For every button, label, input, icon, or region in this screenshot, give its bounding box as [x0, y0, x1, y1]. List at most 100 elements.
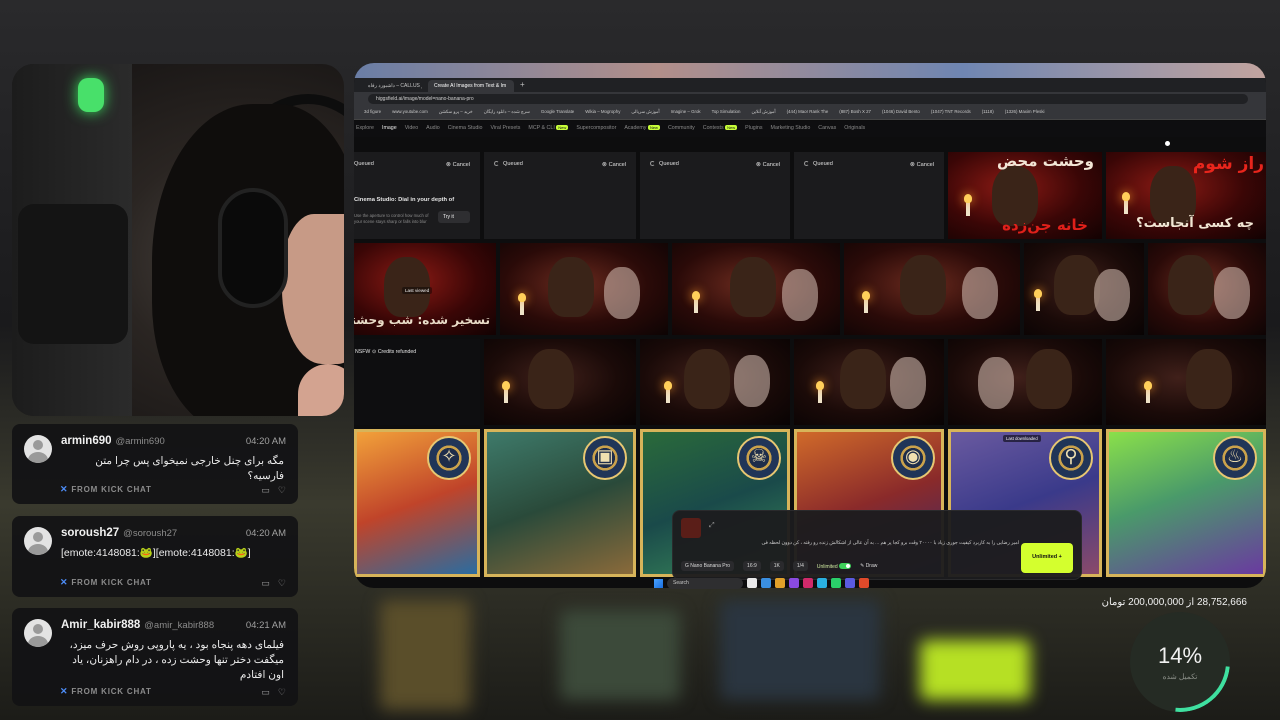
nav-item[interactable]: Viral Presets [490, 125, 520, 133]
reply-icon[interactable]: ▭ [261, 687, 270, 697]
bookmark-item[interactable]: (1118) [982, 109, 994, 116]
generated-image-thumbnail[interactable]: ♨ [1106, 429, 1266, 577]
taskbar-search[interactable]: Search [667, 577, 743, 589]
toggle-switch[interactable] [839, 562, 852, 569]
nav-item-label: Contests [702, 125, 724, 131]
site-nav: Explore Image Video Audio Cinema Studio Viral… [354, 121, 1266, 137]
draw-button[interactable]: ✎ Draw [860, 563, 877, 569]
app-icon[interactable] [817, 578, 827, 588]
nav-item[interactable]: Cinema Studio [448, 125, 483, 133]
quality-selector[interactable]: 1K [769, 561, 784, 571]
nav-item[interactable]: Image [382, 125, 397, 133]
app-icon[interactable] [803, 578, 813, 588]
nav-item[interactable]: Audio [426, 125, 440, 133]
chat-handle: @soroush27 [123, 528, 178, 539]
generated-image-thumbnail[interactable] [844, 243, 1020, 335]
bookmark-item[interactable]: خرید – پرو سکشن [439, 109, 473, 116]
bookmark-item[interactable]: آموزش سریالی [631, 109, 659, 116]
cancel-button[interactable]: Cancel [446, 161, 470, 168]
cancel-button[interactable]: Cancel [910, 161, 934, 168]
nav-item[interactable]: Originals [844, 125, 865, 133]
bookmark-item[interactable]: Imagine – Grok [671, 109, 701, 116]
nav-item-label: Video [404, 125, 419, 131]
nav-item[interactable]: Explore [356, 125, 374, 133]
new-tab-button[interactable]: + [520, 80, 525, 89]
generated-image-thumbnail[interactable]: وحشت محض خانه جن‌زده [948, 152, 1102, 239]
generated-image-thumbnail[interactable] [794, 339, 944, 425]
file-explorer-icon[interactable] [747, 578, 757, 588]
generated-image-thumbnail[interactable] [500, 243, 668, 335]
windows-start-icon[interactable] [654, 578, 663, 588]
bookmark-item[interactable]: (887) Bosh X 27 [839, 109, 871, 116]
nav-item[interactable]: Academy New [624, 125, 660, 133]
bookmark-item[interactable]: 3d figure [364, 109, 381, 116]
bookmark-item[interactable]: www.youtube.com [392, 109, 428, 116]
generated-image-thumbnail[interactable]: ▣ [484, 429, 636, 577]
generate-button[interactable]: Unlimited + [1021, 543, 1073, 573]
bookmark-item[interactable]: Google Translate [541, 109, 574, 116]
candle-icon [1122, 192, 1130, 214]
heart-icon[interactable]: ♡ [278, 578, 286, 588]
app-icon[interactable] [789, 578, 799, 588]
chat-message-text: مگه برای چنل خارجی نمیخوای پس چرا متن فا… [95, 455, 284, 482]
reference-image[interactable] [681, 518, 701, 538]
image-ghost [962, 267, 998, 319]
bookmark-item[interactable]: (1046) David Bento [882, 109, 920, 116]
bookmark-item[interactable]: Top Simulation [712, 109, 741, 116]
browser-tab[interactable]: داشبورد رفاه – CALLUS دفتر [362, 80, 422, 92]
address-bar[interactable]: higgsfield.ai/image/model=nano-banana-pr… [368, 94, 1248, 104]
generated-image-thumbnail[interactable] [1148, 243, 1266, 335]
nav-item[interactable]: MCP & CLI New [528, 125, 569, 133]
nav-item[interactable]: Marketing Studio [771, 125, 811, 133]
chat-actions: ▭ ♡ [253, 687, 286, 698]
browser-tab-active[interactable]: Create AI Images from Text & Im [428, 80, 514, 92]
generated-image-thumbnail[interactable]: راز شوم چه کسی آنجاست؟ [1106, 152, 1266, 239]
app-icon[interactable] [761, 578, 771, 588]
generated-image-thumbnail[interactable] [948, 339, 1102, 425]
bookmark-item[interactable]: Wikia – Mogrophy [585, 109, 620, 116]
chat-time: 04:21 AM [245, 620, 286, 631]
aspect-ratio-selector[interactable]: 16:9 [743, 561, 761, 571]
generated-image-thumbnail[interactable] [640, 339, 790, 425]
app-icon[interactable] [845, 578, 855, 588]
nav-item[interactable]: Supercompositor [576, 125, 616, 133]
queued-card: Queued Cancel [640, 152, 790, 239]
app-icon[interactable] [831, 578, 841, 588]
bookmark-item[interactable]: آموزش آنلاین [751, 109, 775, 116]
chrome-icon[interactable] [775, 578, 785, 588]
heart-icon[interactable]: ♡ [278, 687, 286, 697]
bookmark-item[interactable]: (1047) TNT Records [931, 109, 971, 116]
generated-image-thumbnail[interactable]: Last viewed تسخیر شده: شب وحشتناک [354, 243, 496, 335]
donation-progress-circle: 14% تکمیل شده [1130, 612, 1230, 712]
nav-item[interactable]: Community [668, 125, 695, 133]
try-it-button[interactable]: Try it [438, 211, 470, 223]
model-selector[interactable]: G Nano Banana Pro [681, 561, 735, 571]
nav-item[interactable]: Plugins [745, 125, 762, 133]
bookmark-item[interactable]: سرچ شده – دانلود رایگان [484, 109, 530, 116]
nav-item-label: Academy [624, 125, 647, 131]
unlimited-toggle[interactable]: Unlimited [817, 562, 852, 570]
generated-image-thumbnail[interactable] [1024, 243, 1144, 335]
generated-image-thumbnail[interactable] [672, 243, 840, 335]
heart-icon[interactable]: ♡ [278, 485, 286, 495]
generated-image-thumbnail[interactable]: ✧ [354, 429, 480, 577]
nav-item[interactable]: Canvas [818, 125, 836, 133]
batch-count-stepper[interactable]: 1/4 [792, 561, 808, 571]
app-icon[interactable] [859, 578, 869, 588]
reply-icon[interactable]: ▭ [261, 578, 270, 588]
image-figure [840, 349, 886, 409]
bookmark-item[interactable]: (1326) Maxim Pleski [1005, 109, 1045, 116]
background-blur [920, 640, 1030, 700]
promo-text: Use the aperture to control how much of … [354, 213, 429, 224]
prompt-input[interactable]: امیر رضایی را به کاربرد کیفیت جوری زیاد … [733, 541, 1019, 546]
chat-handle: @amir_kabir888 [144, 620, 215, 631]
nav-item[interactable]: Contests New [702, 125, 738, 133]
reply-icon[interactable]: ▭ [261, 485, 270, 495]
expand-icon[interactable]: ⤢ [709, 522, 715, 530]
cancel-button[interactable]: Cancel [756, 161, 780, 168]
generated-image-thumbnail[interactable] [1106, 339, 1266, 425]
generated-image-thumbnail[interactable] [484, 339, 636, 425]
cancel-button[interactable]: Cancel [602, 161, 626, 168]
nav-item[interactable]: Video [405, 125, 418, 133]
bookmark-item[interactable]: (444) Maor Rank The [787, 109, 829, 116]
